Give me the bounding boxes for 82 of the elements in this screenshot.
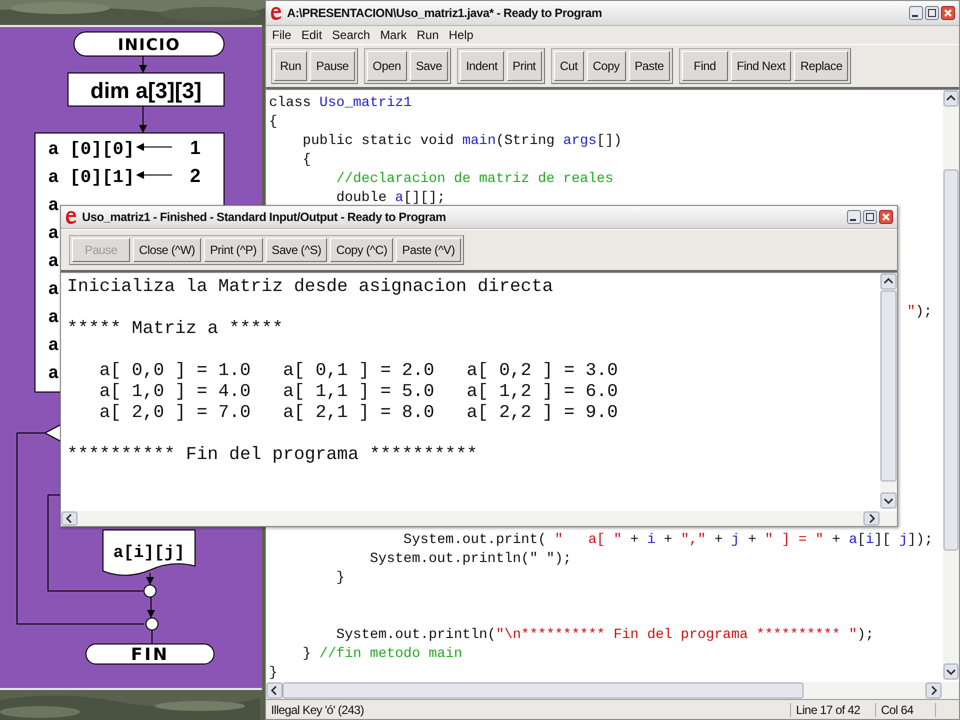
code-line: { bbox=[269, 113, 278, 132]
connector-circle bbox=[146, 618, 158, 630]
window-title: Uso_matriz1 - Finished - Standard Input/Output - Ready to Program bbox=[82, 210, 447, 224]
assignment-target: a bbox=[48, 308, 59, 328]
toolbar-button[interactable]: Print (^P) bbox=[204, 238, 263, 262]
assignment-arrow bbox=[136, 171, 172, 179]
toolbar-button[interactable]: Paste bbox=[628, 51, 670, 81]
toolbar-button[interactable]: Cut bbox=[554, 51, 584, 81]
close-icon[interactable] bbox=[941, 6, 955, 20]
code-line: double a[][]; bbox=[335, 189, 446, 208]
assignment-target: a bbox=[48, 336, 59, 356]
assignment-target: a bbox=[48, 224, 59, 244]
menu-item[interactable]: Run bbox=[416, 28, 439, 42]
code-line: System.out.println("\n********** Fin del programa ********** "); bbox=[335, 626, 875, 645]
start-terminal: INICIO bbox=[74, 32, 224, 56]
vertical-scrollbar[interactable] bbox=[880, 273, 897, 509]
output-shape: a[i][j] bbox=[102, 530, 196, 576]
assignment-arrow bbox=[136, 143, 172, 151]
toolbar-button[interactable]: Print bbox=[506, 51, 542, 81]
toolbar-button[interactable]: Replace bbox=[794, 51, 848, 81]
code-line: "); bbox=[906, 303, 934, 322]
menu-item[interactable]: Edit bbox=[301, 28, 322, 42]
flow-arrow bbox=[147, 596, 155, 618]
close-icon[interactable] bbox=[879, 210, 893, 224]
code-line: System.out.print( " a[ " + i + "," + j + " ] = " + a[i][ j]); bbox=[402, 531, 934, 550]
toolbar-button[interactable]: Paste (^V) bbox=[396, 238, 461, 262]
toolbar-button[interactable]: Copy bbox=[586, 51, 626, 81]
code-line: public static void main(String args[]) bbox=[302, 132, 623, 151]
output-line: ***** Matriz a ***** bbox=[67, 319, 284, 340]
output-line: a[ 1,0 ] = 4.0 a[ 1,1 ] = 5.0 a[ 1,2 ] = 6.0 bbox=[98, 382, 619, 403]
minimize-icon[interactable] bbox=[847, 210, 861, 224]
line-indicator: Line 17 of 42 bbox=[791, 702, 876, 716]
maximize-icon[interactable] bbox=[925, 6, 939, 20]
minimize-icon[interactable] bbox=[909, 6, 923, 20]
assignment-target: a bbox=[48, 252, 59, 272]
output-line: a[ 0,0 ] = 1.0 a[ 0,1 ] = 2.0 a[ 0,2 ] = 3.0 bbox=[98, 361, 619, 382]
output-line: ********** Fin del programa ********** bbox=[67, 445, 478, 466]
assignment-target: a bbox=[48, 280, 59, 300]
status-message: Illegal Key 'ó' (243) bbox=[266, 702, 791, 716]
toolbar-button[interactable]: Find Next bbox=[730, 51, 792, 81]
code-line: { bbox=[302, 151, 312, 170]
assignment-value: 2 bbox=[190, 166, 201, 187]
horizontal-scrollbar[interactable] bbox=[266, 682, 959, 699]
assignment-target: a [0][1] bbox=[48, 168, 134, 188]
flow-arrow bbox=[139, 56, 147, 73]
output-line: Inicializa la Matriz desde asignacion directa bbox=[67, 277, 554, 298]
logo-icon bbox=[65, 209, 77, 225]
toolbar-button[interactable]: Pause bbox=[310, 51, 355, 81]
menu-item[interactable]: Search bbox=[332, 28, 370, 42]
toolbar-button[interactable]: Close (^W) bbox=[133, 238, 201, 262]
assignment-target: a bbox=[48, 364, 59, 384]
horizontal-scrollbar[interactable] bbox=[61, 511, 897, 526]
menu-item[interactable]: Help bbox=[448, 28, 474, 42]
flow-arrow bbox=[139, 106, 147, 133]
assignment-value: 1 bbox=[190, 138, 201, 159]
declaration-box: dim a[3][3] bbox=[68, 72, 224, 106]
vertical-scrollbar[interactable] bbox=[943, 90, 959, 680]
code-line: } bbox=[269, 664, 278, 680]
toolbar-button[interactable]: Run bbox=[274, 51, 308, 81]
menu-item[interactable]: File bbox=[272, 28, 292, 42]
logo-icon bbox=[270, 5, 282, 21]
code-line: class Uso_matriz1 bbox=[269, 94, 413, 113]
connector-circle bbox=[144, 584, 156, 598]
assignment-target: a bbox=[48, 196, 59, 216]
toolbar-button[interactable]: Save bbox=[410, 51, 448, 81]
code-line: } bbox=[335, 569, 346, 588]
toolbar-button[interactable]: Copy (^C) bbox=[330, 238, 394, 262]
toolbar-button[interactable]: Open bbox=[366, 51, 407, 81]
toolbar-button[interactable]: Find bbox=[682, 51, 728, 81]
end-terminal: FIN bbox=[86, 644, 214, 665]
assignment-target: a [0][0] bbox=[48, 140, 134, 160]
code-line: //declaracion de matriz de reales bbox=[335, 170, 614, 189]
menu-item[interactable]: Mark bbox=[380, 28, 407, 42]
toolbar-button[interactable]: Save (^S) bbox=[266, 238, 328, 262]
flow-arrow bbox=[146, 572, 154, 585]
toolbar-button[interactable]: Indent bbox=[460, 51, 504, 81]
column-indicator: Col 64 bbox=[876, 702, 936, 716]
output-line: a[ 2,0 ] = 7.0 a[ 2,1 ] = 8.0 a[ 2,2 ] = 9.0 bbox=[98, 403, 619, 424]
code-line: System.out.println(" "); bbox=[368, 550, 572, 569]
code-line: } //fin metodo main bbox=[302, 645, 464, 664]
maximize-icon[interactable] bbox=[863, 210, 877, 224]
window-title: A:\PRESENTACION\Uso_matriz1.java* - Ready to Program bbox=[287, 6, 603, 20]
